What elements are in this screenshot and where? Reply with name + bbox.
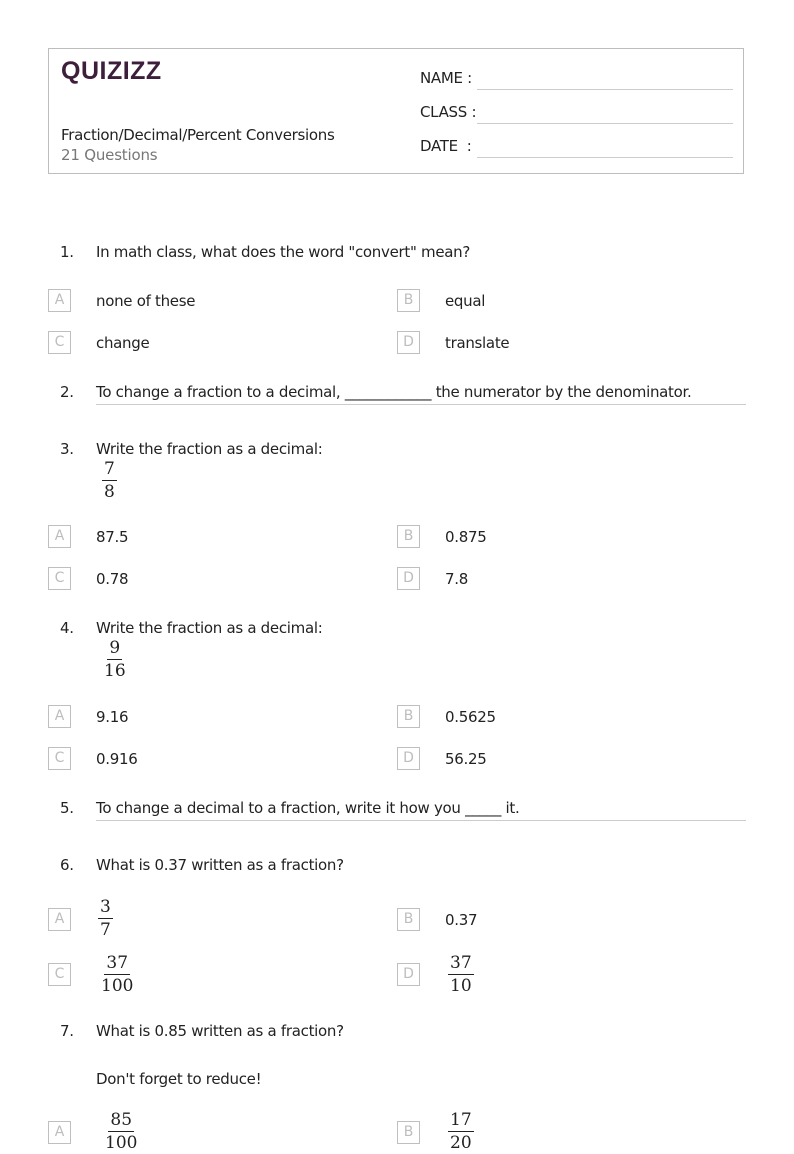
option-c-box[interactable]: C bbox=[48, 963, 71, 986]
question-text: What is 0.85 written as a fraction? bbox=[96, 1022, 344, 1040]
class-label: CLASS : bbox=[420, 103, 477, 121]
numerator: 37 bbox=[448, 953, 474, 975]
option-a-text: 9.16 bbox=[96, 708, 129, 726]
option-a-box[interactable]: A bbox=[48, 525, 71, 548]
denominator: 20 bbox=[450, 1133, 472, 1153]
name-label: NAME : bbox=[420, 69, 472, 87]
name-field[interactable] bbox=[477, 89, 733, 90]
answer-line[interactable] bbox=[96, 820, 746, 821]
question-number: 2. bbox=[60, 383, 74, 401]
option-d-text: translate bbox=[445, 334, 510, 352]
date-label: DATE : bbox=[420, 137, 472, 155]
numerator: 3 bbox=[98, 897, 113, 919]
question-number: 4. bbox=[60, 619, 74, 637]
option-b-box[interactable]: B bbox=[397, 705, 420, 728]
option-d-box[interactable]: D bbox=[397, 331, 420, 354]
denominator: 7 bbox=[100, 920, 111, 940]
question-text: In math class, what does the word "conve… bbox=[96, 243, 471, 261]
question-fraction: 7 8 bbox=[102, 458, 117, 503]
answer-line[interactable] bbox=[96, 404, 746, 405]
option-a-box[interactable]: A bbox=[48, 908, 71, 931]
question-text: What is 0.37 written as a fraction? bbox=[96, 856, 344, 874]
option-b-text: equal bbox=[445, 292, 486, 310]
numerator: 7 bbox=[102, 459, 117, 481]
option-b-box[interactable]: B bbox=[397, 525, 420, 548]
numerator: 9 bbox=[107, 638, 123, 660]
option-c-box[interactable]: C bbox=[48, 747, 71, 770]
option-a-fraction: 3 7 bbox=[98, 896, 113, 941]
worksheet-title: Fraction/Decimal/Percent Conversions bbox=[61, 126, 335, 144]
option-c-text: 0.916 bbox=[96, 750, 138, 768]
question-number: 5. bbox=[60, 799, 74, 817]
option-b-text: 0.37 bbox=[445, 911, 478, 929]
question-text: Write the fraction as a decimal: bbox=[96, 440, 323, 458]
worksheet-header: QUIZIZZ Fraction/Decimal/Percent Convers… bbox=[48, 48, 744, 174]
numerator: 37 bbox=[104, 953, 131, 975]
option-a-text: none of these bbox=[96, 292, 196, 310]
option-a-box[interactable]: A bbox=[48, 1121, 71, 1144]
option-c-box[interactable]: C bbox=[48, 331, 71, 354]
option-c-text: 0.78 bbox=[96, 570, 129, 588]
question-fraction: 9 16 bbox=[102, 637, 128, 682]
denominator: 16 bbox=[104, 661, 126, 681]
option-d-box[interactable]: D bbox=[397, 567, 420, 590]
quizizz-logo: QUIZIZZ bbox=[61, 57, 162, 85]
question-note: Don't forget to reduce! bbox=[96, 1070, 262, 1088]
date-field[interactable] bbox=[477, 157, 733, 158]
numerator: 85 bbox=[108, 1110, 135, 1132]
question-text: Write the fraction as a decimal: bbox=[96, 619, 323, 637]
option-b-box[interactable]: B bbox=[397, 1121, 420, 1144]
question-number: 7. bbox=[60, 1022, 74, 1040]
denominator: 100 bbox=[105, 1133, 138, 1153]
numerator: 17 bbox=[448, 1110, 474, 1132]
option-b-fraction: 17 20 bbox=[448, 1109, 474, 1154]
option-c-fraction: 37 100 bbox=[99, 952, 135, 997]
option-b-box[interactable]: B bbox=[397, 289, 420, 312]
question-number: 1. bbox=[60, 243, 74, 261]
question-count: 21 Questions bbox=[61, 146, 158, 164]
option-d-text: 7.8 bbox=[445, 570, 468, 588]
class-field[interactable] bbox=[477, 123, 733, 124]
option-d-fraction: 37 10 bbox=[448, 952, 474, 997]
option-a-text: 87.5 bbox=[96, 528, 129, 546]
option-a-box[interactable]: A bbox=[48, 289, 71, 312]
question-text: To change a fraction to a decimal, _____… bbox=[96, 383, 692, 401]
option-c-text: change bbox=[96, 334, 150, 352]
option-d-box[interactable]: D bbox=[397, 747, 420, 770]
option-a-box[interactable]: A bbox=[48, 705, 71, 728]
question-text: To change a decimal to a fraction, write… bbox=[96, 799, 520, 817]
option-d-text: 56.25 bbox=[445, 750, 487, 768]
denominator: 100 bbox=[101, 976, 134, 996]
option-d-box[interactable]: D bbox=[397, 963, 420, 986]
option-a-fraction: 85 100 bbox=[103, 1109, 139, 1154]
question-number: 3. bbox=[60, 440, 74, 458]
question-number: 6. bbox=[60, 856, 74, 874]
option-b-text: 0.875 bbox=[445, 528, 487, 546]
denominator: 8 bbox=[104, 482, 115, 502]
denominator: 10 bbox=[450, 976, 472, 996]
option-b-text: 0.5625 bbox=[445, 708, 496, 726]
option-b-box[interactable]: B bbox=[397, 908, 420, 931]
option-c-box[interactable]: C bbox=[48, 567, 71, 590]
